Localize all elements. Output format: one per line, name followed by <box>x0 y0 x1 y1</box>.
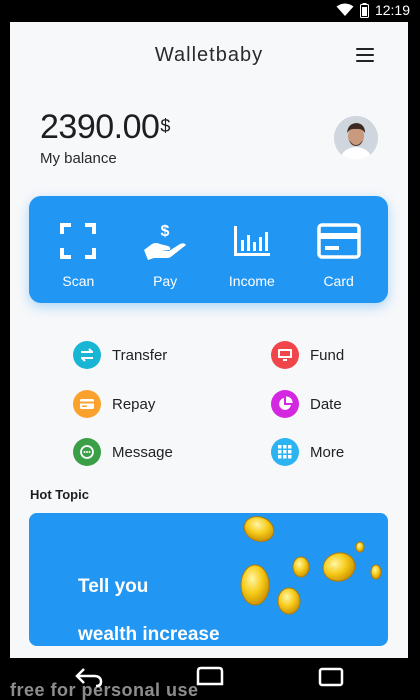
repay-label: Repay <box>112 395 156 413</box>
balance-currency: $ <box>160 115 171 136</box>
status-time: 12:19 <box>374 2 410 18</box>
hot-topic-heading: Hot Topic <box>30 487 89 502</box>
card-icon <box>73 390 101 418</box>
date-label: Date <box>310 395 342 413</box>
scan-button[interactable]: Scan <box>38 196 118 303</box>
balance-amount: 2390.00 <box>40 108 160 146</box>
avatar[interactable] <box>334 116 378 160</box>
income-button[interactable]: Income <box>212 196 292 303</box>
pie-chart-icon <box>271 390 299 418</box>
monitor-icon <box>271 341 299 369</box>
pay-icon: $ <box>144 223 187 260</box>
watermark-text: free for personal use <box>10 680 199 700</box>
transfer-item[interactable]: Transfer <box>73 341 167 369</box>
pay-label: Pay <box>153 273 178 289</box>
scan-label: Scan <box>62 273 95 289</box>
income-label: Income <box>228 273 275 289</box>
more-item[interactable]: More <box>271 438 344 466</box>
app-screen: Walletbaby 2390.00$ My balance Scan $ Pa… <box>10 22 408 658</box>
hot-topic-banner[interactable]: Tell you wealth increase <box>29 513 388 646</box>
scan-icon <box>60 223 97 259</box>
transfer-label: Transfer <box>112 346 168 364</box>
svg-text:$: $ <box>161 223 170 240</box>
pay-button[interactable]: $ Pay <box>125 196 205 303</box>
card-label: Card <box>323 273 354 289</box>
date-item[interactable]: Date <box>271 390 342 418</box>
status-bar: 12:19 <box>0 0 420 22</box>
income-icon <box>233 226 270 256</box>
repay-item[interactable]: Repay <box>73 390 155 418</box>
message-item[interactable]: Message <box>73 438 173 466</box>
grid-icon <box>271 438 299 466</box>
gold-coins-illustration <box>240 516 382 615</box>
more-label: More <box>310 443 345 461</box>
quick-actions-card: Scan $ Pay Income Card <box>29 196 388 303</box>
message-label: Message <box>112 443 173 461</box>
menu-icon[interactable] <box>356 48 374 62</box>
balance-label: My balance <box>40 150 117 167</box>
recents-icon[interactable] <box>316 666 346 693</box>
fund-item[interactable]: Fund <box>271 341 344 369</box>
balance-display: 2390.00$ <box>40 108 170 147</box>
battery-icon <box>359 2 369 18</box>
card-icon <box>316 223 361 259</box>
card-button[interactable]: Card <box>299 196 379 303</box>
app-title: Walletbaby <box>154 44 264 66</box>
chat-icon <box>73 438 101 466</box>
wifi-icon <box>336 3 354 17</box>
fund-label: Fund <box>310 346 345 364</box>
transfer-icon <box>73 341 101 369</box>
